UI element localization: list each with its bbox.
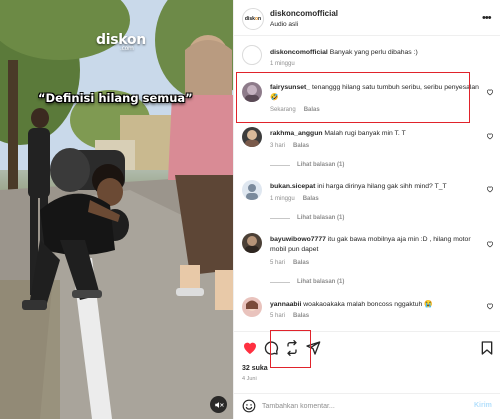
commenter-avatar[interactable] <box>242 127 262 147</box>
comment-time: 5 hari <box>270 313 286 319</box>
bookmark-icon[interactable] <box>479 340 495 356</box>
caption-username[interactable]: diskoncomofficial <box>270 49 328 56</box>
comment-time: 3 hari <box>270 143 286 149</box>
comment-text: woakaoakaka malah boncoss nggaktuh 😭 <box>303 301 433 308</box>
comment-time: 5 hari <box>270 260 286 266</box>
view-replies-label: Lihat balasan (1) <box>297 215 345 221</box>
comment-username[interactable]: yannaabii <box>270 301 301 308</box>
replies-divider <box>270 281 290 283</box>
comment-time: 1 minggu <box>270 196 295 202</box>
replies-divider <box>270 217 290 219</box>
like-comment-heart-icon[interactable] <box>486 185 494 193</box>
view-replies-button[interactable]: Lihat balasan (1) <box>270 215 344 221</box>
comment-meta: 5 hari Balas <box>270 260 309 266</box>
add-comment-bar: Kirim <box>234 393 500 419</box>
video-frame-image <box>0 0 233 419</box>
comment-meta: 1 minggu Balas <box>270 196 319 202</box>
avatar-image <box>246 184 258 200</box>
speaker-muted-icon <box>214 401 224 408</box>
liked-heart-icon[interactable] <box>242 340 258 356</box>
like-comment-heart-icon[interactable] <box>486 240 494 248</box>
commenter-avatar[interactable] <box>242 180 262 200</box>
audio-link[interactable]: Audio asli <box>270 21 298 28</box>
view-replies-label: Lihat balasan (1) <box>297 162 345 168</box>
comment-text: ini harga dirinya hilang gak sihh mind? … <box>317 183 447 190</box>
author-username[interactable]: diskoncomofficial <box>270 9 338 18</box>
like-comment-heart-icon[interactable] <box>486 302 494 310</box>
view-replies-label: Lihat balasan (1) <box>297 279 345 285</box>
commenter-avatar[interactable] <box>242 233 262 253</box>
reply-button[interactable]: Balas <box>303 196 319 202</box>
reply-button[interactable]: Balas <box>293 260 309 266</box>
author-avatar[interactable]: disk o n <box>242 8 264 30</box>
comment-username[interactable]: bayuwibowo7777 <box>270 236 326 243</box>
likes-count[interactable]: 32 suka <box>242 365 268 372</box>
comment-username[interactable]: rakhma_anggun <box>270 130 323 137</box>
caption-text-block: diskoncomofficial Banyak yang perlu diba… <box>270 48 480 58</box>
highlight-box-comment <box>236 72 470 123</box>
view-replies-button[interactable]: Lihat balasan (1) <box>270 162 344 168</box>
post-date: 4 Juni <box>242 376 257 382</box>
watermark-logo: diskon .com <box>96 32 146 52</box>
caption-avatar[interactable] <box>242 45 262 65</box>
avatar-image <box>245 236 259 253</box>
comment-username[interactable]: bukan.sicepat <box>270 183 315 190</box>
caption-text: Banyak yang perlu dibahas :) <box>329 49 418 56</box>
comment-input[interactable] <box>262 399 462 413</box>
comment-text-block: rakhma_anggun Malah rugi banyak min T. T <box>270 129 480 139</box>
caption-meta: 1 minggu <box>270 61 295 67</box>
reply-button[interactable]: Balas <box>293 143 309 149</box>
more-options-icon[interactable]: ••• <box>482 12 492 24</box>
like-comment-heart-icon[interactable] <box>486 132 494 140</box>
comment-meta: 3 hari Balas <box>270 143 309 149</box>
caption-time: 1 minggu <box>270 61 295 67</box>
avatar-image <box>246 300 258 311</box>
comment-text-block: yannaabii woakaoakaka malah boncoss ngga… <box>270 300 480 310</box>
replies-divider <box>270 164 290 166</box>
comment-text-block: bukan.sicepat ini harga dirinya hilang g… <box>270 182 480 192</box>
highlight-box-repost <box>270 330 311 368</box>
mute-button[interactable] <box>210 396 227 413</box>
commenter-avatar[interactable] <box>242 297 262 317</box>
avatar-text: disk <box>244 16 255 22</box>
like-comment-heart-icon[interactable] <box>486 88 494 96</box>
comment-text-block: bayuwibowo7777 itu gak bawa mobilnya aja… <box>270 235 480 254</box>
reel-video[interactable]: diskon .com “Definisi hilang semua” <box>0 0 233 419</box>
view-replies-button[interactable]: Lihat balasan (1) <box>270 279 344 285</box>
reply-button[interactable]: Balas <box>293 313 309 319</box>
comment-meta: 5 hari Balas <box>270 313 309 319</box>
post-header: disk o n diskoncomofficial Audio asli ••• <box>234 0 500 36</box>
comment-text: Malah rugi banyak min T. T <box>324 130 406 137</box>
avatar-text-end: n <box>258 16 262 22</box>
emoji-icon[interactable] <box>242 399 256 413</box>
video-caption-overlay: “Definisi hilang semua” <box>38 91 193 105</box>
avatar-image <box>245 130 259 147</box>
post-comment-button[interactable]: Kirim <box>474 402 492 409</box>
